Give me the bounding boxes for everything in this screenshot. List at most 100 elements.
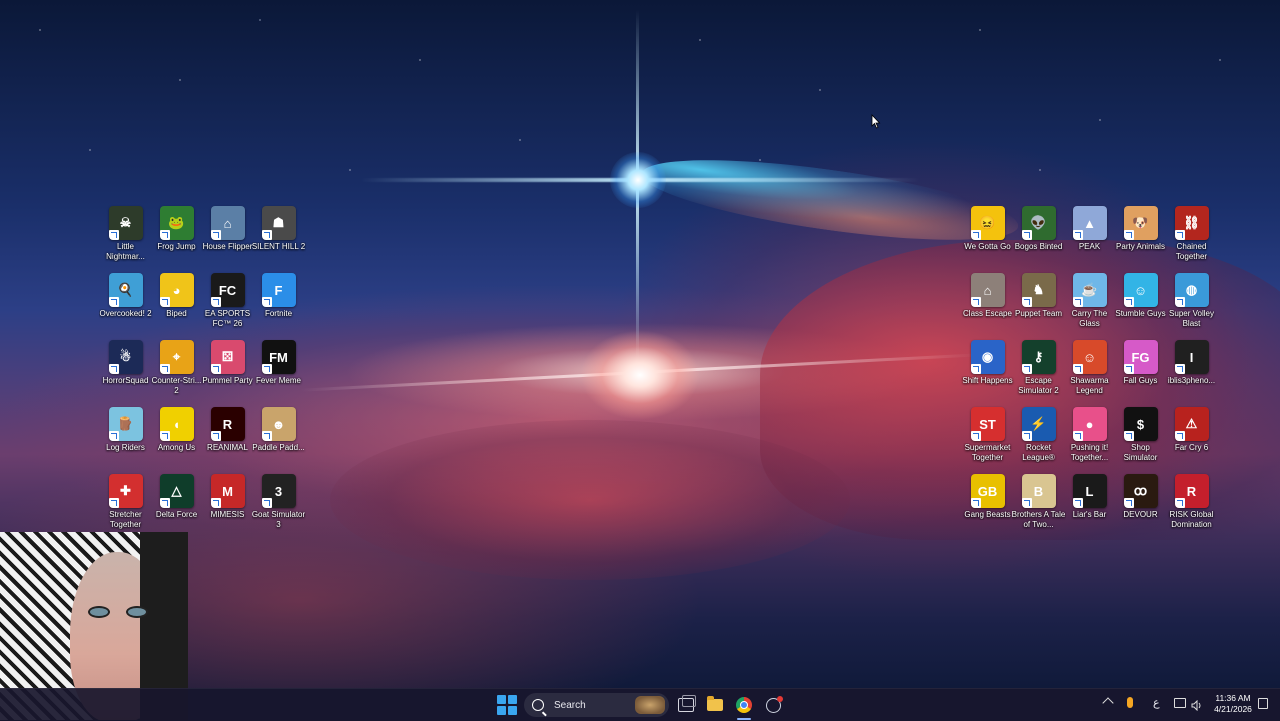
taskbar-search-box[interactable]: Search [524, 693, 669, 717]
desktop-shortcut[interactable]: 🐸 Frog Jump [151, 206, 202, 273]
desktop-shortcut[interactable]: ◍ Super Volley Blast [1166, 273, 1217, 340]
icon-glyph: ST [979, 416, 996, 432]
icon-glyph: R [1186, 483, 1197, 499]
desktop-shortcut[interactable]: ☕ Carry The Glass [1064, 273, 1115, 340]
desktop-shortcut[interactable]: F Fortnite [253, 273, 304, 340]
desktop-shortcut-label: Liar's Bar [1072, 510, 1107, 519]
desktop-shortcut[interactable]: FM Fever Meme [253, 340, 304, 407]
icon-glyph: 🐶 [1132, 215, 1149, 230]
desktop-shortcut[interactable]: FG Fall Guys [1115, 340, 1166, 407]
desktop-shortcut-label: iblis3pheno... [1167, 376, 1216, 385]
desktop-shortcut[interactable]: L Liar's Bar [1064, 474, 1115, 541]
icon-glyph: ⌖ [172, 349, 181, 364]
desktop-shortcut[interactable]: △ Delta Force [151, 474, 202, 541]
notification-center-icon[interactable] [1258, 698, 1268, 709]
desktop-shortcut[interactable]: ◕ Biped [151, 273, 202, 340]
desktop-shortcut[interactable]: 🪵 Log Riders [100, 407, 151, 474]
desktop-shortcut-label: Log Riders [106, 443, 145, 452]
microphone-icon[interactable] [1127, 697, 1133, 708]
desktop-shortcut[interactable]: FC EA SPORTS FC™ 26 [202, 273, 253, 340]
desktop-shortcut-label: Overcooked! 2 [99, 309, 152, 318]
desktop-shortcut[interactable]: ☃ HorrorSquad [100, 340, 151, 407]
desktop-shortcut[interactable]: ⚡ Rocket League® [1013, 407, 1064, 474]
icon-glyph: ⚄ [221, 349, 234, 364]
reanimal-icon: R [210, 407, 245, 441]
shortcut-arrow-icon [1072, 498, 1083, 508]
desktop-shortcut[interactable]: ☺ Stumble Guys [1115, 273, 1166, 340]
overcooked-icon: 🍳 [108, 273, 143, 307]
desktop-shortcut[interactable]: ☗ SILENT HILL 2 [252, 206, 305, 273]
icon-glyph: ⚡ [1030, 416, 1047, 431]
shortcut-arrow-icon [210, 297, 221, 307]
desktop-shortcut[interactable]: 😖 We Gotta Go [962, 206, 1013, 273]
shortcut-arrow-icon [261, 230, 272, 240]
desktop-shortcut-label: Escape Simulator 2 [1018, 376, 1059, 395]
desktop-shortcut[interactable]: ST Supermarket Together [962, 407, 1013, 474]
shortcut-arrow-icon [1021, 364, 1032, 374]
desktop-shortcut-label: HorrorSquad [102, 376, 149, 385]
desktop-shortcut[interactable]: ⌂ Class Escape [962, 273, 1013, 340]
icon-glyph: B [1033, 483, 1044, 499]
windows-logo-icon [497, 695, 506, 704]
desktop-shortcut[interactable]: ⚄ Pummel Party [202, 340, 253, 407]
chrome-button[interactable] [733, 694, 755, 716]
steam-button[interactable] [762, 694, 784, 716]
desktop-shortcut[interactable]: 🐶 Party Animals [1115, 206, 1166, 273]
show-hidden-icons-chevron-icon[interactable] [1102, 697, 1114, 709]
desktop-shortcut[interactable]: ● Pushing it! Together... [1064, 407, 1115, 474]
file-explorer-button[interactable] [704, 694, 726, 716]
desktop-shortcut[interactable]: M MIMESIS [202, 474, 253, 541]
shortcut-arrow-icon [970, 498, 981, 508]
desktop-shortcut[interactable]: 3 Goat Simulator 3 [252, 474, 305, 541]
desktop-shortcut[interactable]: ♞ Puppet Team [1013, 273, 1064, 340]
task-view-button[interactable] [675, 694, 697, 716]
desktop-shortcut[interactable]: ⌖ Counter-Stri... 2 [151, 340, 202, 407]
language-indicator[interactable]: ع [1153, 696, 1160, 709]
webcam-eye [88, 606, 110, 618]
desktop-shortcut[interactable]: ▲ PEAK [1064, 206, 1115, 273]
desktop-shortcut[interactable]: 👽 Bogos Binted [1013, 206, 1064, 273]
desktop-shortcut[interactable]: ⚷ Escape Simulator 2 [1013, 340, 1064, 407]
shortcut-arrow-icon [210, 230, 221, 240]
desktop-shortcut[interactable]: ⚠ Far Cry 6 [1166, 407, 1217, 474]
desktop-shortcut[interactable]: ☠ Little Nightmar... [100, 206, 151, 273]
desktop-shortcut[interactable]: ◖ Among Us [151, 407, 202, 474]
desktop-shortcut[interactable]: $ Shop Simulator [1115, 407, 1166, 474]
super-volley-blast-icon: ◍ [1174, 273, 1209, 307]
desktop-shortcut-label: EA SPORTS FC™ 26 [204, 309, 251, 328]
icon-glyph: L [1085, 483, 1094, 499]
puppet-team-icon: ♞ [1021, 273, 1056, 307]
desktop-shortcut[interactable]: ꝏ DEVOUR [1115, 474, 1166, 541]
shortcut-arrow-icon [1174, 431, 1185, 441]
shortcut-arrow-icon [108, 498, 119, 508]
devour-icon: ꝏ [1123, 474, 1158, 508]
desktop-shortcut[interactable]: GB Gang Beasts [962, 474, 1013, 541]
shortcut-arrow-icon [261, 297, 272, 307]
desktop-shortcut[interactable]: B Brothers A Tale of Two... [1012, 474, 1065, 541]
icon-glyph: 😖 [979, 215, 996, 230]
counter-strike-icon: ⌖ [159, 340, 194, 374]
icon-glyph: ✚ [120, 483, 131, 498]
desktop-shortcut[interactable]: R RISK Global Domination [1166, 474, 1217, 541]
desktop-shortcut[interactable]: ⛓ Chained Together [1166, 206, 1217, 273]
volume-icon[interactable] [1191, 698, 1203, 712]
desktop-shortcut[interactable]: ◉ Shift Happens [962, 340, 1013, 407]
icon-glyph: 🍳 [117, 282, 134, 297]
icon-glyph: ꝏ [1133, 483, 1148, 498]
desktop-shortcut[interactable]: Iiblis3pheno... [1166, 340, 1217, 407]
chained-together-icon: ⛓ [1174, 206, 1209, 240]
desktop-shortcut[interactable]: ☻ Paddle Padd... [252, 407, 305, 474]
desktop-shortcut[interactable]: ☺ Shawarma Legend [1064, 340, 1115, 407]
desktop-shortcut[interactable]: ✚ Stretcher Together [100, 474, 151, 541]
icon-glyph: M [222, 483, 233, 499]
start-button[interactable] [497, 695, 517, 715]
shortcut-arrow-icon [108, 431, 119, 441]
desktop-shortcut-label: Little Nightmar... [106, 242, 145, 261]
desktop-shortcut-label: DEVOUR [1123, 510, 1158, 519]
desktop-shortcut[interactable]: ⌂ House Flipper [202, 206, 253, 273]
carry-the-glass-icon: ☕ [1072, 273, 1107, 307]
desktop-shortcut[interactable]: 🍳 Overcooked! 2 [99, 273, 152, 340]
desktop-shortcut[interactable]: R REANIMAL [202, 407, 253, 474]
system-clock[interactable]: 11:36 AM 4/21/2026 [1211, 693, 1255, 715]
network-icon[interactable] [1174, 698, 1186, 708]
